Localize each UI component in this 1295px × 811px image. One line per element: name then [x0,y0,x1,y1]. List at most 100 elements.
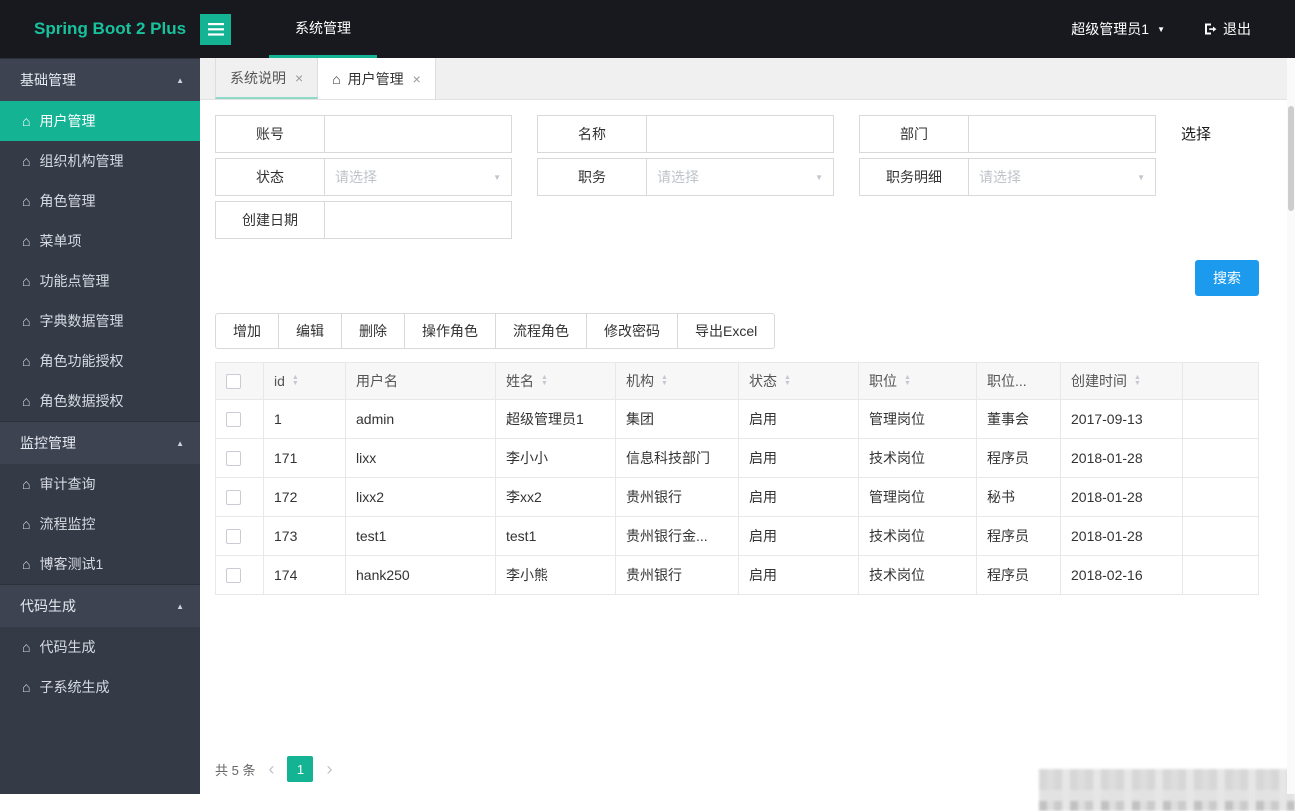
cell-create-time: 2018-01-28 [1060,438,1183,478]
cell-position-detail: 秘书 [976,477,1061,517]
sort-icon[interactable]: ▲ ▼ [292,374,299,387]
row-checkbox[interactable] [226,568,241,584]
cell-position-detail: 程序员 [976,516,1061,556]
status-label: 状态 [215,158,325,196]
sidebar-item-dict-data[interactable]: ⌂ 字典数据管理 [0,301,200,341]
tab-user-management[interactable]: ⌂ 用户管理 × [318,58,436,99]
process-role-button[interactable]: 流程角色 [495,313,587,349]
row-checkbox[interactable] [226,451,241,467]
edit-button[interactable]: 编辑 [278,313,342,349]
sidebar-item-audit-query[interactable]: ⌂ 审计查询 [0,464,200,504]
scrollbar-thumb[interactable] [1288,106,1294,211]
cell-org: 贵州银行金... [615,516,739,556]
sort-icon[interactable]: ▲ ▼ [784,374,791,387]
table-row[interactable]: 173 test1 test1 贵州银行金... 启用 技术岗位 程序员 201… [215,516,1259,556]
status-field-group: 状态 请选择 ▼ [215,158,512,196]
duty-detail-select[interactable]: 请选择 ▼ [968,158,1156,196]
sidebar-item-blog-test1[interactable]: ⌂ 博客测试1 [0,544,200,584]
logout-button[interactable]: 退出 [1203,19,1251,39]
sidebar-item-subsystem-generation[interactable]: ⌂ 子系统生成 [0,667,200,707]
cell-position: 技术岗位 [858,516,977,556]
tab-bar: 系统说明 × ⌂ 用户管理 × [200,58,1295,100]
change-password-button[interactable]: 修改密码 [586,313,678,349]
scrollbar-track[interactable] [1287,58,1295,794]
sidebar-item-menu-item[interactable]: ⌂ 菜单项 [0,221,200,261]
tab-label: 系统说明 [230,69,286,86]
home-icon: ⌂ [22,193,31,209]
main-area: 系统说明 × ⌂ 用户管理 × 账号 名称 部门 选择 状态 请选择 ▼ 职务 … [200,58,1295,811]
account-input[interactable] [324,115,512,153]
next-page-button[interactable]: › [323,759,335,780]
export-excel-button[interactable]: 导出Excel [677,313,776,349]
department-input[interactable] [968,115,1156,153]
sidebar-item-code-generation[interactable]: ⌂ 代码生成 [0,627,200,667]
cell-create-time: 2017-09-13 [1060,399,1183,439]
assign-role-button[interactable]: 操作角色 [404,313,496,349]
select-placeholder: 请选择 [657,169,699,185]
row-checkbox[interactable] [226,490,241,506]
row-checkbox[interactable] [226,529,241,545]
department-field-group: 部门 [859,115,1156,153]
item-label: 代码生成 [39,639,96,655]
status-select[interactable]: 请选择 ▼ [324,158,512,196]
sort-icon[interactable]: ▲ ▼ [541,374,548,387]
home-icon: ⌂ [22,313,31,329]
chevron-down-icon: ▼ [1157,24,1165,34]
delete-button[interactable]: 删除 [341,313,405,349]
sidebar-group-monitor-management[interactable]: 监控管理 ▲ [0,421,200,464]
table-row[interactable]: 1 admin 超级管理员1 集团 启用 管理岗位 董事会 2017-09-13 [215,399,1259,439]
page-number-active[interactable]: 1 [287,756,314,782]
column-label: 职位... [987,373,1027,389]
create-date-input[interactable] [324,201,512,239]
group-label: 基础管理 [20,72,76,88]
close-icon[interactable]: × [295,70,303,86]
sidebar-item-role-data-auth[interactable]: ⌂ 角色数据授权 [0,381,200,421]
name-input[interactable] [646,115,834,153]
prev-page-button[interactable]: ‹ [265,759,277,780]
select-placeholder: 请选择 [979,169,1021,185]
name-label: 名称 [537,115,647,153]
tab-system-description[interactable]: 系统说明 × [215,58,319,99]
sidebar-item-user-management[interactable]: ⌂ 用户管理 [0,101,200,141]
cell-username: test1 [345,516,496,556]
sidebar-item-organization-management[interactable]: ⌂ 组织机构管理 [0,141,200,181]
pagination: 共 5 条 ‹ 1 › [215,756,335,782]
row-checkbox[interactable] [226,412,241,428]
sort-icon[interactable]: ▲ ▼ [661,374,668,387]
close-icon[interactable]: × [413,71,421,87]
add-button[interactable]: 增加 [215,313,279,349]
chevron-down-icon: ▼ [815,172,823,182]
sidebar-item-function-point[interactable]: ⌂ 功能点管理 [0,261,200,301]
sort-icon[interactable]: ▲ ▼ [904,374,911,387]
home-icon: ⌂ [22,639,31,655]
select-all-checkbox[interactable] [226,374,241,390]
sidebar-item-process-monitor[interactable]: ⌂ 流程监控 [0,504,200,544]
select-all-cell [215,362,264,400]
sidebar-group-code-generation[interactable]: 代码生成 ▲ [0,584,200,627]
sidebar-item-role-management[interactable]: ⌂ 角色管理 [0,181,200,221]
cell-org: 贵州银行 [615,477,739,517]
table-row[interactable]: 171 lixx 李小小 信息科技部门 启用 技术岗位 程序员 2018-01-… [215,438,1259,478]
cell-actions [1182,555,1259,595]
sidebar-toggle-button[interactable] [200,13,231,45]
cell-org: 信息科技部门 [615,438,739,478]
item-label: 子系统生成 [39,679,110,695]
column-header-org: 机构 ▲ ▼ [615,362,739,400]
chevron-down-icon: ▼ [1137,172,1145,182]
cell-id: 174 [263,555,346,595]
form-row-1: 账号 名称 部门 选择 [215,115,1295,153]
sidebar-group-basic-management[interactable]: 基础管理 ▲ [0,58,200,101]
duty-select[interactable]: 请选择 ▼ [646,158,834,196]
home-icon: ⌂ [22,113,31,129]
choose-link[interactable]: 选择 [1181,123,1211,153]
cell-username: lixx2 [345,477,496,517]
table-row[interactable]: 172 lixx2 李xx2 贵州银行 启用 管理岗位 秘书 2018-01-2… [215,477,1259,517]
cell-id: 1 [263,399,346,439]
user-menu[interactable]: 超级管理员1 ▼ [1071,19,1165,39]
search-button[interactable]: 搜索 [1195,260,1259,296]
column-label: 创建时间 [1071,373,1127,389]
sort-icon[interactable]: ▲ ▼ [1134,374,1141,387]
table-row[interactable]: 174 hank250 李小熊 贵州银行 启用 技术岗位 程序员 2018-02… [215,555,1259,595]
sidebar-item-role-function-auth[interactable]: ⌂ 角色功能授权 [0,341,200,381]
topnav-item-system-management[interactable]: 系统管理 [269,0,377,58]
